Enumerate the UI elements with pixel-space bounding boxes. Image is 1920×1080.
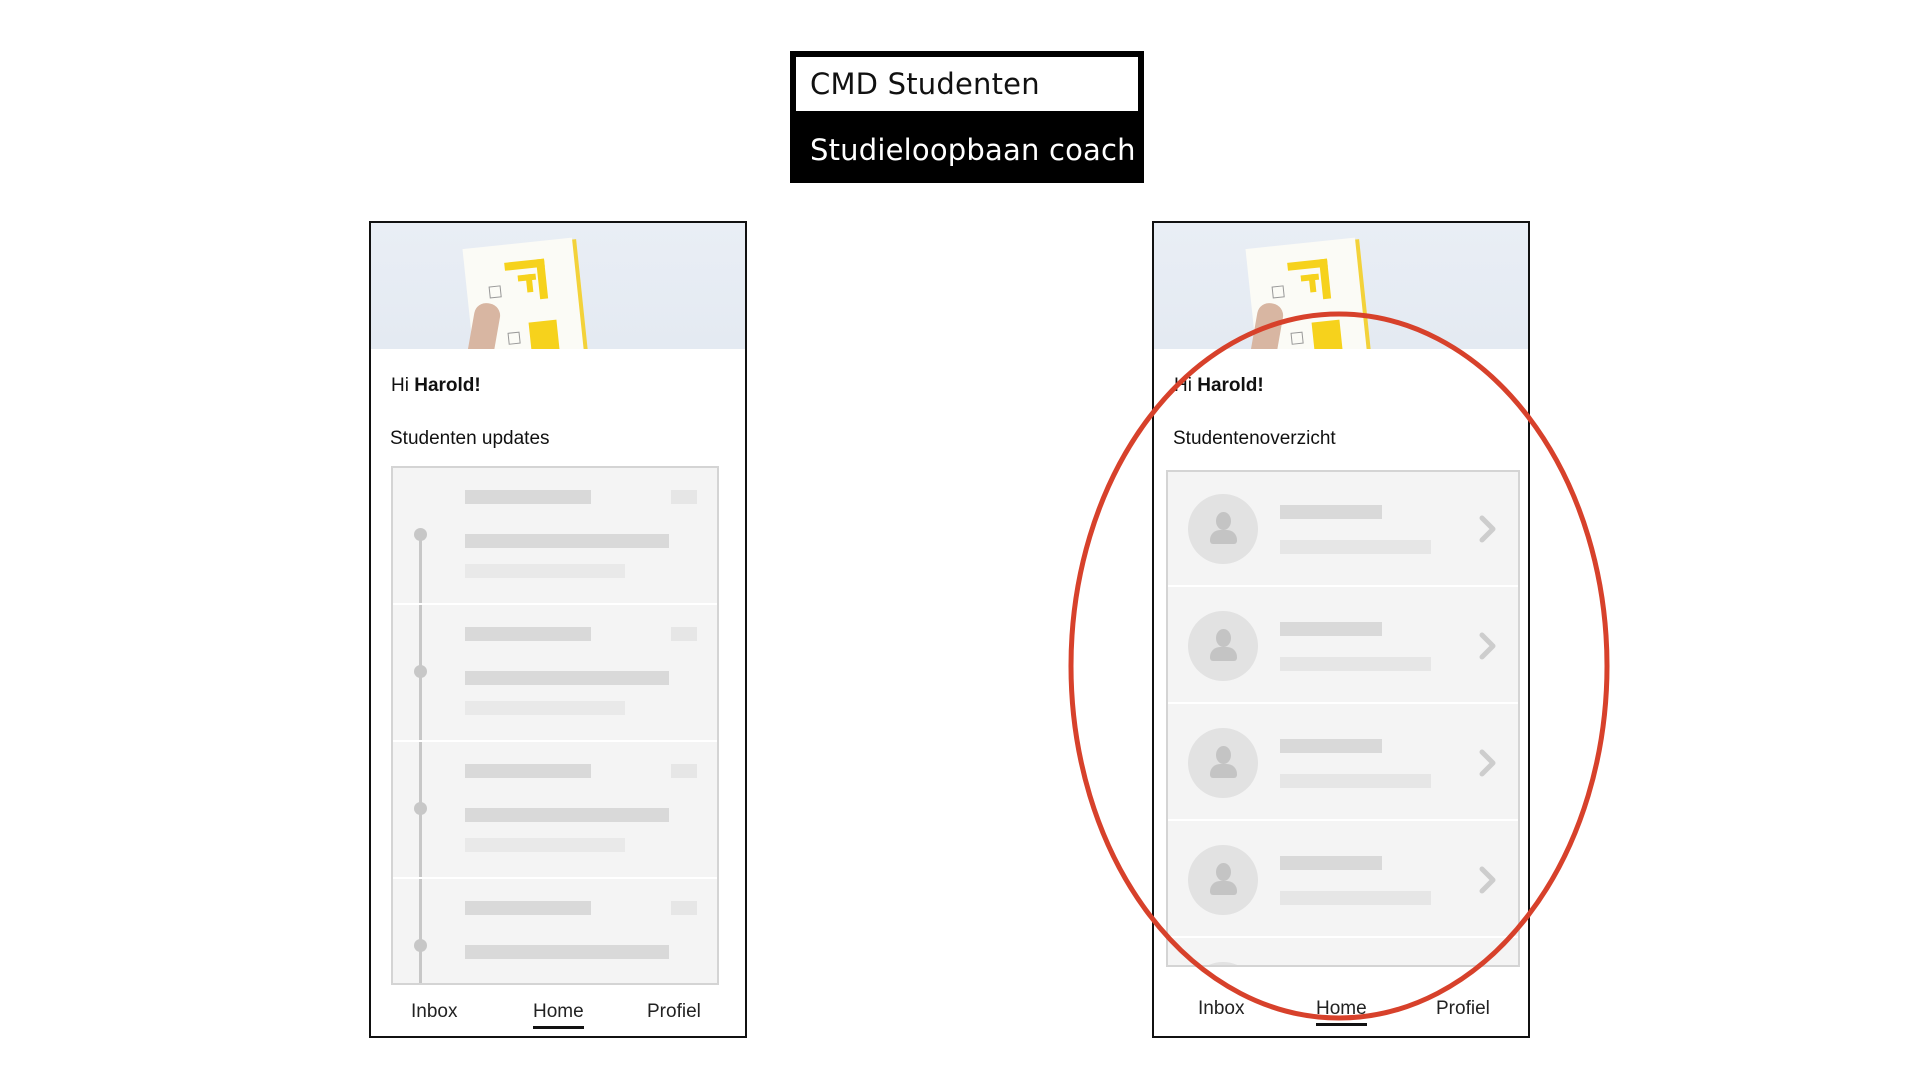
- role-option-studieloopbaan-coach[interactable]: Studieloopbaan coach: [796, 123, 1138, 177]
- placeholder-title: [465, 627, 591, 641]
- update-item[interactable]: [393, 605, 717, 742]
- greeting: Hi Harold!: [1174, 375, 1264, 397]
- role-switch: CMD Studenten Studieloopbaan coach: [790, 51, 1144, 183]
- placeholder-name: [1280, 505, 1382, 519]
- nav-profiel[interactable]: Profiel: [647, 1001, 701, 1023]
- user-avatar-icon: [1188, 845, 1258, 915]
- student-list-item[interactable]: [1168, 823, 1518, 938]
- student-updates-list[interactable]: [391, 466, 719, 985]
- placeholder-text: [465, 808, 669, 822]
- hero-image: [1154, 223, 1528, 349]
- phone-screen-student-updates: Hi Harold! Studenten updates Inbox Home …: [369, 221, 747, 1038]
- placeholder-subtext: [465, 564, 625, 578]
- user-avatar-icon: [1188, 962, 1258, 965]
- placeholder-meta: [1280, 657, 1431, 671]
- chevron-right-icon: [1479, 632, 1496, 660]
- timeline-dot-icon: [414, 939, 427, 952]
- placeholder-meta: [1280, 540, 1431, 554]
- bottom-nav: Inbox Home Profiel: [371, 993, 745, 1036]
- student-list-item[interactable]: [1168, 706, 1518, 821]
- placeholder-name: [1280, 856, 1382, 870]
- placeholder-text: [465, 534, 669, 548]
- placeholder-date: [671, 901, 697, 915]
- greeting-prefix: Hi: [1174, 375, 1198, 396]
- chevron-right-icon: [1479, 749, 1496, 777]
- hero-image: [371, 223, 745, 349]
- placeholder-text: [465, 945, 669, 959]
- chevron-right-icon: [1479, 515, 1496, 543]
- chevron-right-icon: [1479, 866, 1496, 894]
- section-title: Studentenoverzicht: [1173, 428, 1336, 449]
- placeholder-date: [671, 627, 697, 641]
- placeholder-name: [1280, 622, 1382, 636]
- update-item[interactable]: [393, 742, 717, 879]
- nav-home[interactable]: Home: [533, 1001, 584, 1029]
- placeholder-meta: [1280, 774, 1431, 788]
- nav-inbox[interactable]: Inbox: [411, 1001, 457, 1023]
- placeholder-text: [465, 671, 669, 685]
- placeholder-name: [1280, 739, 1382, 753]
- phone-screen-student-overview: Hi Harold! Studentenoverzicht Inbox Home…: [1152, 221, 1530, 1038]
- nav-inbox[interactable]: Inbox: [1198, 998, 1244, 1020]
- nav-home[interactable]: Home: [1316, 998, 1367, 1026]
- placeholder-meta: [1280, 891, 1431, 905]
- placeholder-date: [671, 490, 697, 504]
- student-list-item[interactable]: [1168, 589, 1518, 704]
- user-avatar-icon: [1188, 728, 1258, 798]
- student-list-item[interactable]: [1168, 472, 1518, 587]
- placeholder-subtext: [465, 838, 625, 852]
- placeholder-date: [671, 764, 697, 778]
- greeting-prefix: Hi: [391, 375, 415, 396]
- timeline-dot-icon: [414, 665, 427, 678]
- placeholder-title: [465, 901, 591, 915]
- update-item[interactable]: [393, 468, 717, 605]
- placeholder-title: [465, 764, 591, 778]
- section-title: Studenten updates: [390, 428, 550, 449]
- placeholder-title: [465, 490, 591, 504]
- greeting-name: Harold!: [414, 375, 481, 396]
- placeholder-subtext: [465, 701, 625, 715]
- timeline-dot-icon: [414, 802, 427, 815]
- role-option-cmd-studenten[interactable]: CMD Studenten: [796, 57, 1138, 111]
- timeline-dot-icon: [414, 528, 427, 541]
- greeting-name: Harold!: [1197, 375, 1264, 396]
- student-overview-list[interactable]: [1166, 470, 1520, 967]
- greeting: Hi Harold!: [391, 375, 481, 397]
- update-item[interactable]: [393, 879, 717, 983]
- student-list-item-partial[interactable]: [1168, 940, 1518, 965]
- user-avatar-icon: [1188, 494, 1258, 564]
- user-avatar-icon: [1188, 611, 1258, 681]
- bottom-nav: Inbox Home Profiel: [1154, 993, 1528, 1036]
- nav-profiel[interactable]: Profiel: [1436, 998, 1490, 1020]
